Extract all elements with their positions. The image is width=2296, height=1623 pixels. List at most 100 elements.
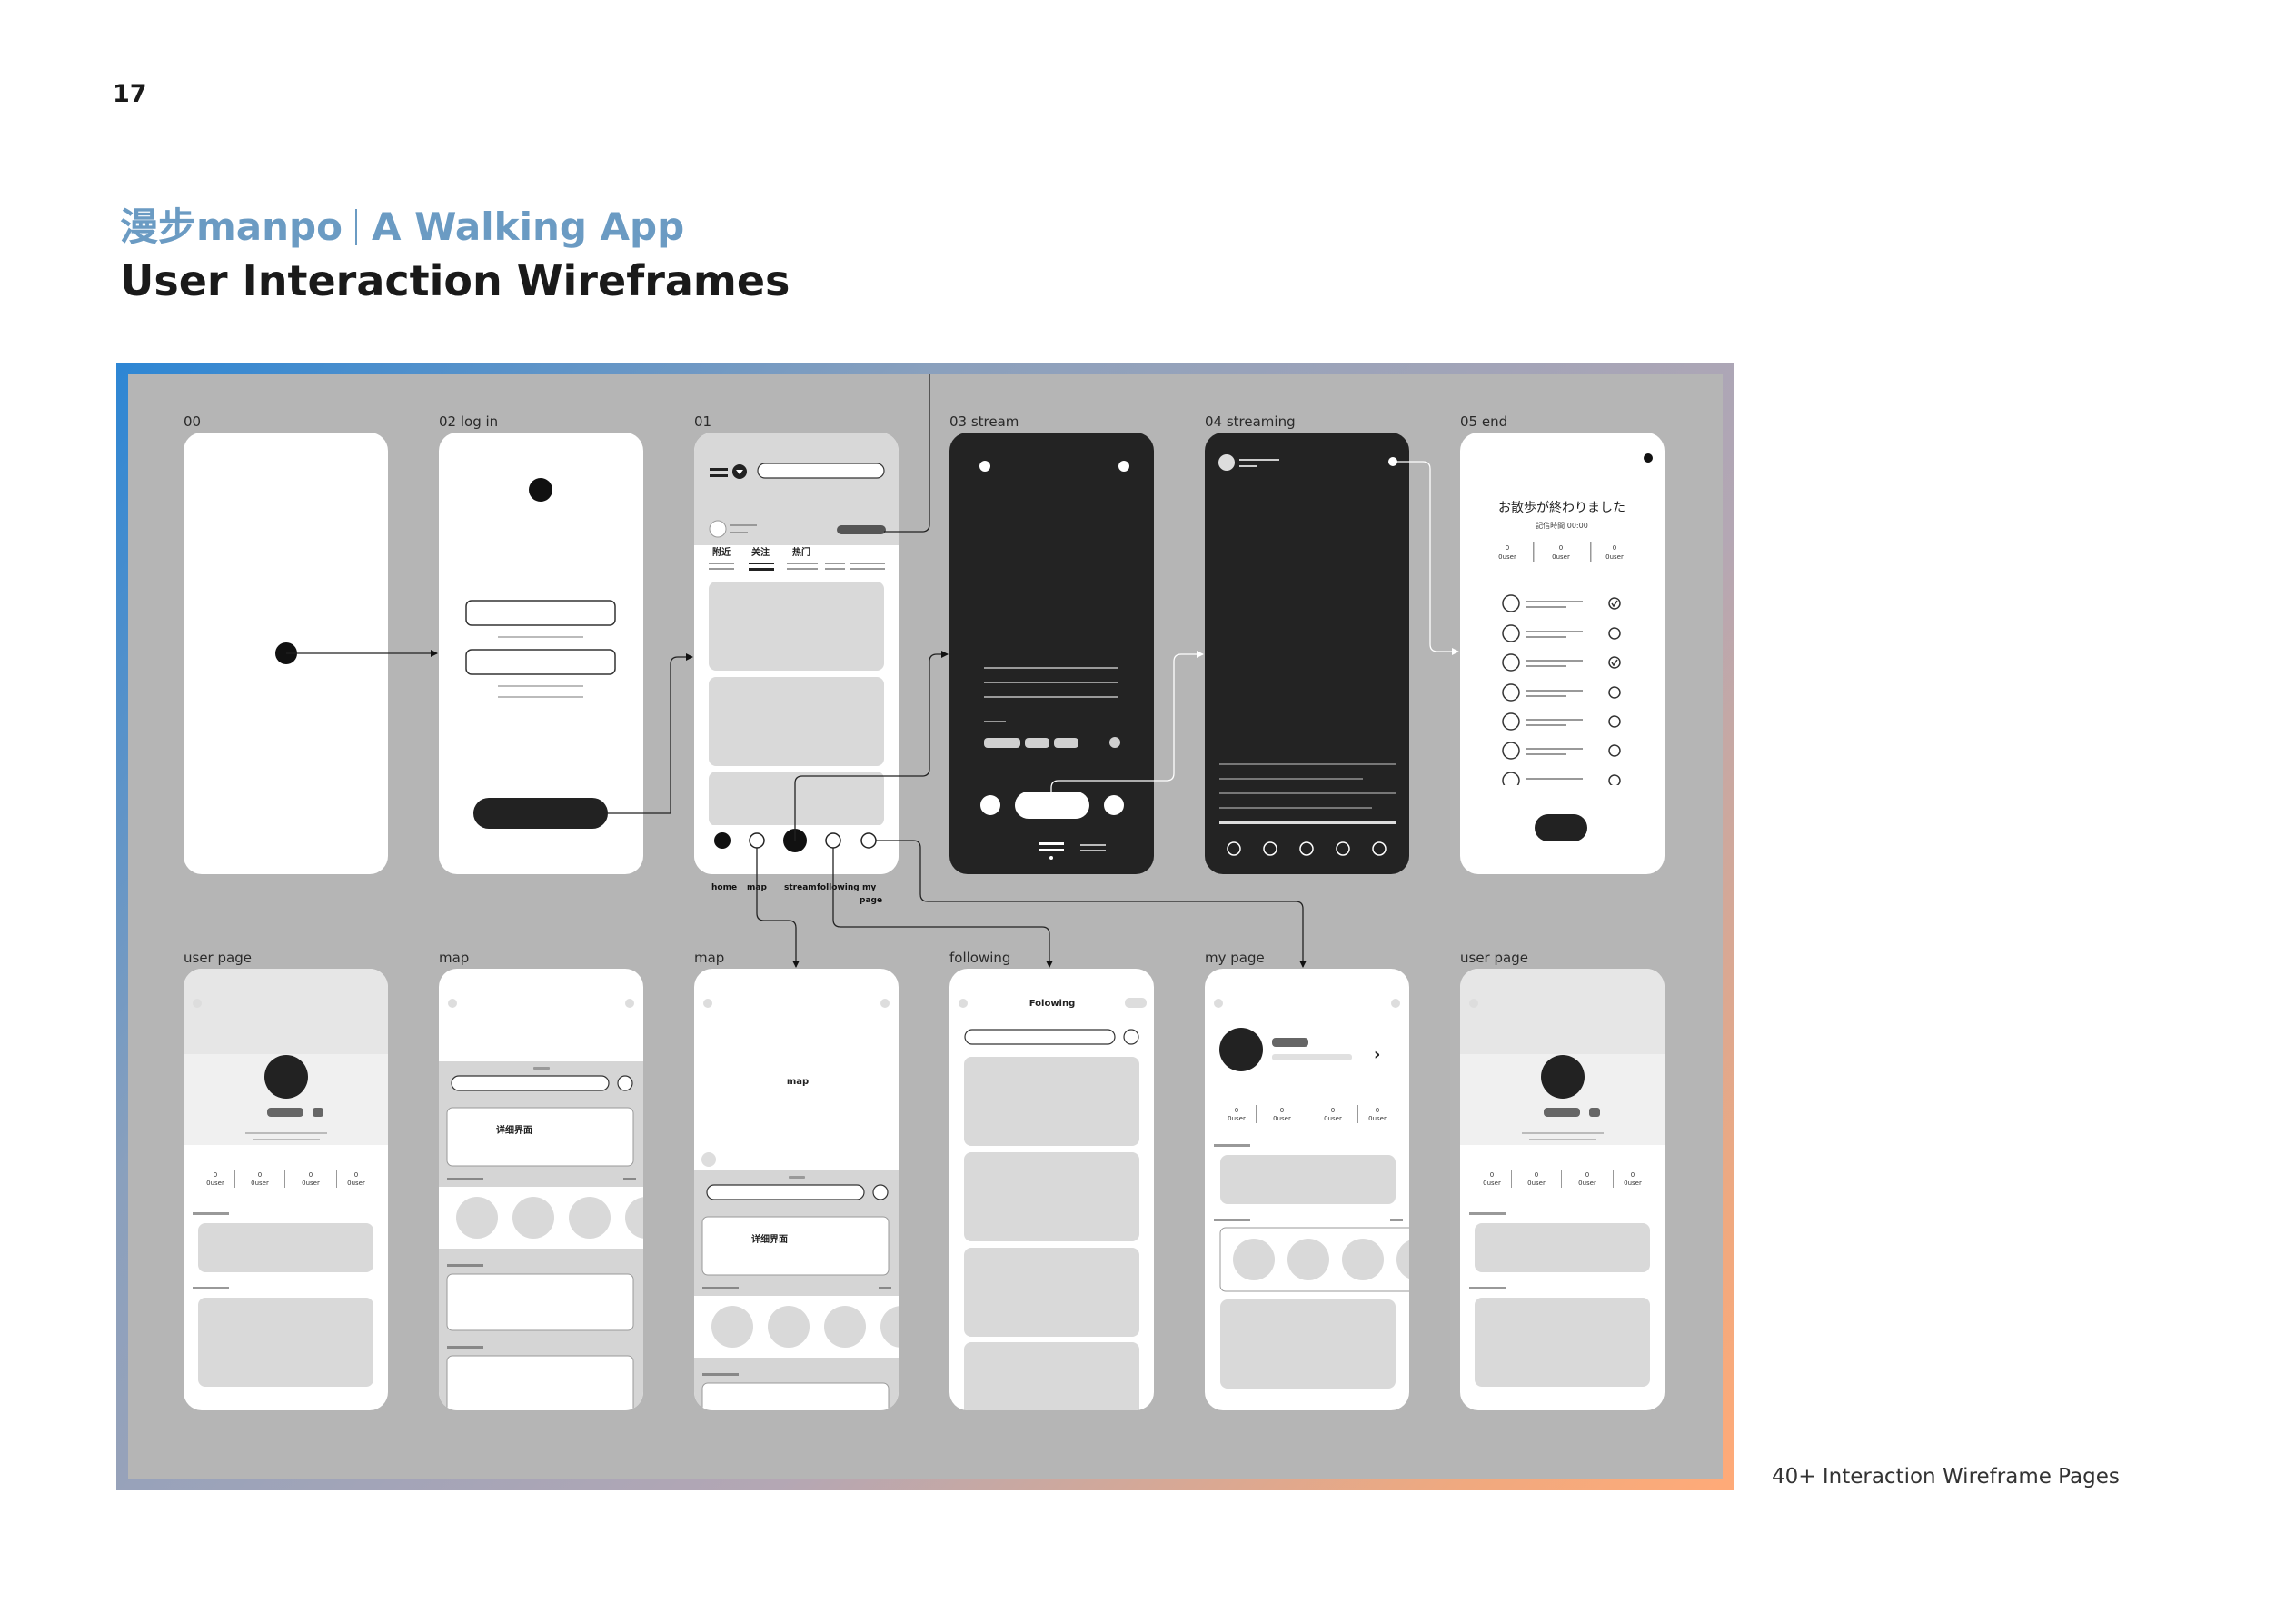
user-stat-value: 0	[1490, 1171, 1494, 1179]
nav-label-stream: stream	[784, 883, 817, 892]
frame-label-login: 02 log in	[439, 413, 498, 430]
screen-home: 附近 关注 热门 home map stream following my pa…	[694, 433, 899, 905]
login-username-field[interactable]	[465, 600, 616, 626]
user-stat-value: 0	[309, 1171, 313, 1179]
my-stat-value: 0	[1235, 1107, 1238, 1114]
my-page-card[interactable]	[1220, 1299, 1396, 1389]
user-stat-value: 0	[1585, 1171, 1589, 1179]
my-stat-label: 0user	[1273, 1115, 1291, 1122]
frame-label-user-page-2: user page	[1460, 950, 1528, 966]
frame-label-01: 01	[694, 413, 711, 430]
nav-label-my: my	[862, 883, 876, 892]
user-stat-value: 0	[1535, 1171, 1538, 1179]
home-search-input[interactable]	[757, 463, 885, 479]
frame-label-following: following	[949, 950, 1010, 966]
frame-label-stream: 03 stream	[949, 413, 1019, 430]
wireframe-canvas: 00 02 log in 01 03 stream 04 streaming 0…	[184, 374, 1665, 1431]
stream-tag[interactable]	[984, 738, 1020, 748]
map-a-detail-card[interactable]	[446, 1107, 634, 1167]
home-tab-following[interactable]: 关注	[751, 546, 770, 558]
screen-stream	[949, 433, 1154, 874]
user-stat-label: 0user	[1483, 1180, 1501, 1187]
end-stat-label: 0user	[1605, 553, 1624, 561]
frame-label-map-b: map	[694, 950, 724, 966]
stream-tag[interactable]	[1054, 738, 1078, 748]
screen-map-b: map 详细界面	[694, 969, 899, 1410]
user-stat-value: 0	[258, 1171, 262, 1179]
user-card[interactable]	[1475, 1223, 1650, 1272]
screen-streaming	[1205, 433, 1409, 874]
stream-settings-icon[interactable]	[1104, 795, 1124, 815]
screen-user-page: 0 0user 0 0user 0 0user 0 0user	[184, 969, 388, 1410]
end-close-dot[interactable]	[1644, 453, 1653, 463]
user-stat-label: 0user	[302, 1180, 320, 1187]
screen-end: お散歩が終わりました 記信時間 00:00 0 0user 0 0user 0 …	[1460, 433, 1665, 874]
map-b-detail-label: 详细界面	[751, 1233, 788, 1245]
nav-label-page: page	[860, 896, 882, 905]
user-stat-value: 0	[354, 1171, 358, 1179]
nav-following-icon[interactable]	[825, 832, 841, 849]
home-feed-card[interactable]	[709, 582, 884, 671]
nav-my-page-icon[interactable]	[860, 832, 877, 849]
end-done-button[interactable]	[1535, 814, 1587, 841]
user-stat-value: 0	[214, 1171, 217, 1179]
user-stat-label: 0user	[251, 1180, 269, 1187]
stream-flip-icon[interactable]	[980, 795, 1000, 815]
map-b-search-input[interactable]	[706, 1184, 865, 1200]
following-card[interactable]	[964, 1248, 1139, 1337]
end-stat-label: 0user	[1498, 553, 1516, 561]
user-stat-label: 0user	[1578, 1180, 1596, 1187]
home-feed-card[interactable]	[709, 677, 884, 766]
user-stat-label: 0user	[1624, 1180, 1642, 1187]
user-card[interactable]	[198, 1298, 373, 1387]
user-stat-label: 0user	[347, 1180, 365, 1187]
streaming-avatar	[1218, 454, 1235, 471]
map-b-detail-card[interactable]	[701, 1216, 890, 1276]
map-b-locate-icon[interactable]	[872, 1184, 889, 1200]
stream-start-button[interactable]	[1015, 792, 1089, 819]
home-live-button[interactable]	[837, 525, 886, 534]
following-card[interactable]	[964, 1342, 1139, 1431]
map-a-locate-icon[interactable]	[617, 1075, 633, 1091]
home-tab-hot[interactable]: 热门	[792, 546, 810, 558]
stream-tag[interactable]	[1025, 738, 1049, 748]
end-stat-label: 0user	[1552, 553, 1570, 561]
following-title: Folowing	[1029, 999, 1076, 1009]
my-stat-value: 0	[1331, 1107, 1335, 1114]
home-avatar[interactable]	[709, 520, 727, 538]
user-card[interactable]	[198, 1223, 373, 1272]
my-page-avatar[interactable]	[1219, 1028, 1263, 1071]
nav-label-home: home	[711, 883, 737, 892]
my-stat-value: 0	[1280, 1107, 1284, 1114]
stream-close-icon[interactable]	[1118, 461, 1129, 472]
login-password-field[interactable]	[465, 649, 616, 675]
my-page-card[interactable]	[1220, 1155, 1396, 1204]
map-a-search-input[interactable]	[451, 1075, 610, 1091]
login-button[interactable]	[473, 798, 608, 829]
stream-help-icon[interactable]	[979, 461, 990, 472]
following-search-input[interactable]	[964, 1029, 1116, 1045]
user-avatar	[1541, 1055, 1585, 1099]
user-card[interactable]	[1475, 1298, 1650, 1387]
nav-home-icon[interactable]	[714, 832, 731, 849]
home-tab-nearby[interactable]: 附近	[712, 546, 731, 558]
following-card[interactable]	[964, 1152, 1139, 1241]
end-stat-value: 0	[1559, 544, 1563, 552]
screen-user-page-2: 0 0user 0 0user 0 0user 0 0user	[1460, 969, 1665, 1410]
frame-label-00: 00	[184, 413, 201, 430]
screen-my-page: › 0 0user 0 0user 0 0user 0 0user	[1205, 969, 1409, 1410]
frame-label-streaming: 04 streaming	[1205, 413, 1296, 430]
user-stat-label: 0user	[206, 1180, 224, 1187]
map-a-detail-label: 详细界面	[496, 1124, 532, 1136]
following-card[interactable]	[964, 1057, 1139, 1146]
following-filter-icon[interactable]	[1123, 1029, 1139, 1045]
nav-map-icon[interactable]	[749, 832, 765, 849]
home-feed-card[interactable]	[709, 772, 884, 826]
end-sub: 記信時間 00:00	[1536, 521, 1588, 530]
my-page-chevron-icon[interactable]: ›	[1374, 1045, 1380, 1064]
nav-label-following: following	[817, 883, 860, 892]
end-stat-value: 0	[1613, 544, 1616, 552]
user-stat-label: 0user	[1527, 1180, 1546, 1187]
screen-following: Folowing	[949, 969, 1154, 1431]
caption: 40+ Interaction Wireframe Pages	[1772, 1465, 2120, 1489]
